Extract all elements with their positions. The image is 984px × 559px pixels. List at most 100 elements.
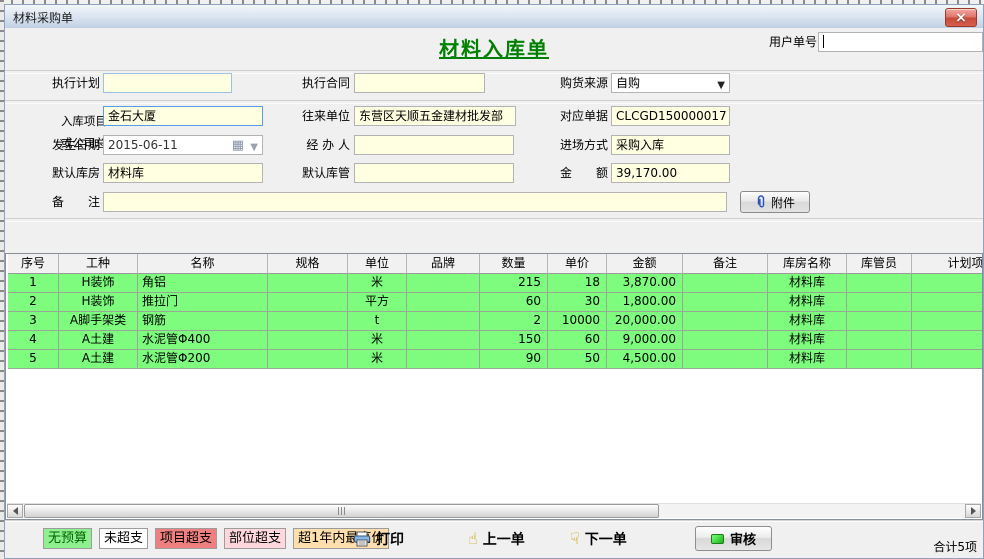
table-row[interactable]: 3A脚手架类钢筋t21000020,000.00材料库	[8, 312, 982, 331]
column-header[interactable]: 金额	[607, 254, 683, 274]
table-row[interactable]: 1H装饰角铝米215183,870.00材料库	[8, 274, 982, 293]
column-header[interactable]: 单位	[348, 254, 407, 274]
table-cell[interactable]: 30	[548, 293, 607, 312]
table-cell[interactable]: 2	[480, 312, 548, 331]
table-cell[interactable]	[268, 350, 348, 369]
table-cell[interactable]: A土建	[59, 350, 138, 369]
table-cell[interactable]	[912, 293, 982, 312]
table-cell[interactable]	[847, 274, 912, 293]
handler-input[interactable]	[354, 135, 514, 155]
exec-contract-input[interactable]	[354, 73, 485, 93]
table-cell[interactable]	[683, 274, 768, 293]
table-cell[interactable]: 5	[8, 350, 59, 369]
table-cell[interactable]: 50	[548, 350, 607, 369]
column-header[interactable]: 备注	[683, 254, 768, 274]
project-input[interactable]: 金石大厦	[103, 106, 263, 126]
scroll-left-button[interactable]	[7, 504, 23, 518]
table-cell[interactable]: t	[348, 312, 407, 331]
table-row[interactable]: 2H装饰推拉门 平方 60301,800.00 材料库	[8, 293, 982, 312]
table-cell[interactable]: 4,500.00	[607, 350, 683, 369]
table-cell[interactable]	[407, 293, 480, 312]
print-button[interactable]: 打印	[353, 529, 404, 549]
table-cell[interactable]	[407, 274, 480, 293]
table-cell[interactable]: 推拉门	[138, 293, 268, 312]
user-no-input[interactable]	[818, 32, 983, 52]
table-cell[interactable]	[912, 274, 982, 293]
table-cell[interactable]	[407, 350, 480, 369]
table-cell[interactable]: 9,000.00	[607, 331, 683, 350]
table-cell[interactable]	[847, 350, 912, 369]
table-cell[interactable]	[847, 312, 912, 331]
table-cell[interactable]: 20,000.00	[607, 312, 683, 331]
table-cell[interactable]: 材料库	[768, 350, 847, 369]
table-cell[interactable]	[847, 293, 912, 312]
table-cell[interactable]: 水泥管Φ200	[138, 350, 268, 369]
table-cell[interactable]: 150	[480, 331, 548, 350]
chevron-down-icon[interactable]: ▼	[250, 139, 258, 155]
table-cell[interactable]: 材料库	[768, 331, 847, 350]
table-cell[interactable]: 材料库	[768, 312, 847, 331]
table-cell[interactable]	[268, 274, 348, 293]
entry-mode-input[interactable]: 采购入库	[611, 135, 730, 155]
horizontal-scrollbar[interactable]	[7, 503, 981, 518]
table-cell[interactable]: 钢筋	[138, 312, 268, 331]
warehouse-input[interactable]: 材料库	[103, 163, 263, 183]
table-cell[interactable]: 平方	[348, 293, 407, 312]
table-cell[interactable]: A土建	[59, 331, 138, 350]
table-cell[interactable]: 水泥管Φ400	[138, 331, 268, 350]
table-cell[interactable]: 90	[480, 350, 548, 369]
table-cell[interactable]	[847, 331, 912, 350]
table-cell[interactable]	[407, 312, 480, 331]
amount-input[interactable]: 39,170.00	[611, 163, 730, 183]
column-header[interactable]: 库管员	[847, 254, 912, 274]
date-picker[interactable]: 2015-06-11 ▦ ▼	[103, 135, 263, 155]
column-header[interactable]: 单价	[548, 254, 607, 274]
table-cell[interactable]: A脚手架类	[59, 312, 138, 331]
column-header[interactable]: 工种	[59, 254, 138, 274]
table-row[interactable]: 4A土建水泥管Φ400米150609,000.00材料库	[8, 331, 982, 350]
remark-input[interactable]	[103, 192, 727, 212]
table-cell[interactable]	[683, 331, 768, 350]
table-cell[interactable]	[268, 331, 348, 350]
table-cell[interactable]: 米	[348, 350, 407, 369]
attach-button[interactable]: 附件	[740, 191, 810, 213]
table-cell[interactable]: 材料库	[768, 274, 847, 293]
exec-plan-input[interactable]	[103, 73, 232, 93]
supplier-input[interactable]: 东营区天顺五金建材批发部	[354, 106, 516, 126]
table-cell[interactable]: 材料库	[768, 293, 847, 312]
audit-button[interactable]: 审核	[695, 526, 772, 551]
table-cell[interactable]	[683, 293, 768, 312]
scrollbar-thumb[interactable]	[24, 504, 659, 518]
table-cell[interactable]: H装饰	[59, 293, 138, 312]
column-header[interactable]: 计划项目	[912, 254, 982, 274]
table-cell[interactable]: 3,870.00	[607, 274, 683, 293]
table-cell[interactable]: 60	[548, 331, 607, 350]
keeper-input[interactable]	[354, 163, 514, 183]
table-cell[interactable]: 18	[548, 274, 607, 293]
table-cell[interactable]	[268, 293, 348, 312]
table-cell[interactable]	[912, 350, 982, 369]
source-select[interactable]: 自购 ▼	[611, 73, 730, 93]
table-cell[interactable]	[912, 331, 982, 350]
prev-order-button[interactable]: ☝ 上一单	[468, 529, 525, 549]
table-cell[interactable]: 1	[8, 274, 59, 293]
table-cell[interactable]	[683, 312, 768, 331]
column-header[interactable]: 名称	[138, 254, 268, 274]
column-header[interactable]: 库房名称	[768, 254, 847, 274]
table-cell[interactable]: 米	[348, 331, 407, 350]
column-header[interactable]: 序号	[8, 254, 59, 274]
column-header[interactable]: 品牌	[407, 254, 480, 274]
close-button[interactable]: ×	[945, 8, 977, 27]
table-cell[interactable]: 2	[8, 293, 59, 312]
table-cell[interactable]: 米	[348, 274, 407, 293]
next-order-button[interactable]: ☟ 下一单	[570, 529, 627, 549]
scroll-right-button[interactable]	[965, 504, 981, 518]
table-cell[interactable]	[683, 350, 768, 369]
table-cell[interactable]: 3	[8, 312, 59, 331]
table-cell[interactable]: 1,800.00	[607, 293, 683, 312]
column-header[interactable]: 规格	[268, 254, 348, 274]
table-cell[interactable]: 60	[480, 293, 548, 312]
table-cell[interactable]	[407, 331, 480, 350]
column-header[interactable]: 数量	[480, 254, 548, 274]
table-cell[interactable]	[912, 312, 982, 331]
